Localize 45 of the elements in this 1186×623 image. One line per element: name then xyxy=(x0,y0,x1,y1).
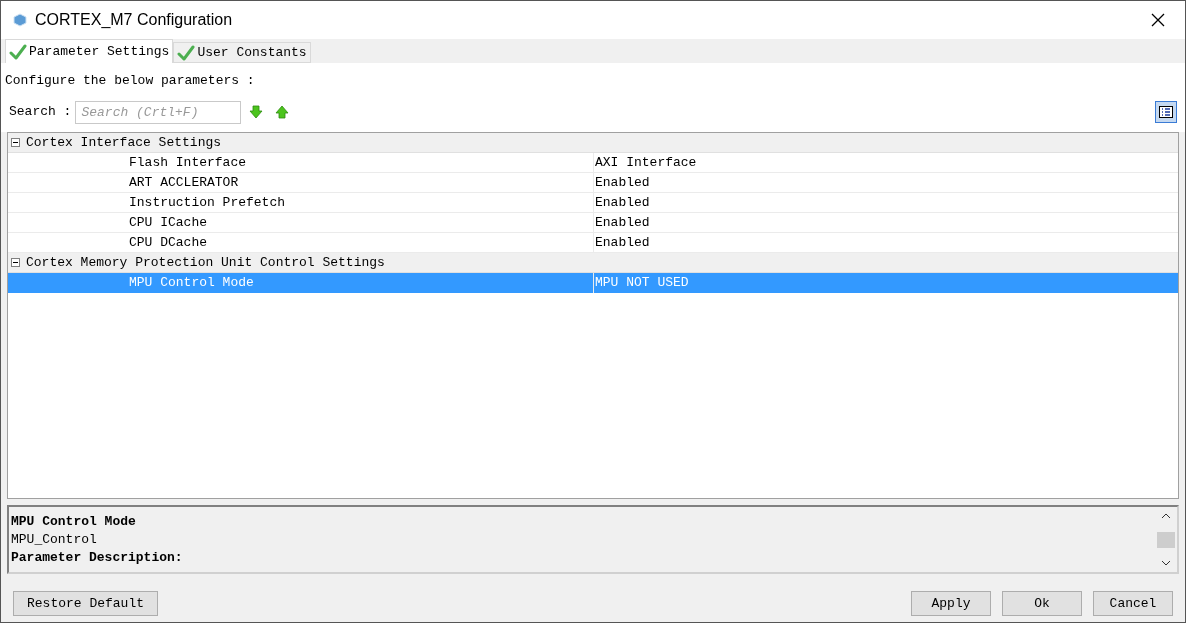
check-icon xyxy=(177,44,196,61)
description-heading: Parameter Description: xyxy=(11,549,184,567)
parameter-value: Enabled xyxy=(594,233,650,252)
parameter-name: Instruction Prefetch xyxy=(8,192,594,213)
scroll-up-icon[interactable] xyxy=(1161,513,1171,519)
group-title: Cortex Memory Protection Unit Control Settings xyxy=(26,253,385,272)
description-title: MPU Control Mode xyxy=(11,513,137,531)
collapse-icon[interactable] xyxy=(11,138,20,147)
dialog-button[interactable]: Cancel xyxy=(1093,591,1173,616)
parameter-name: Flash Interface xyxy=(8,152,594,173)
parameter-row[interactable]: Instruction Prefetch Enabled xyxy=(8,193,1178,213)
parameter-row[interactable]: Flash Interface AXI Interface xyxy=(8,153,1178,173)
parameter-name: ART ACCLERATOR xyxy=(8,172,594,193)
list-icon xyxy=(1159,106,1173,118)
collapse-icon[interactable] xyxy=(11,258,20,267)
parameter-row[interactable]: ART ACCLERATOR Enabled xyxy=(8,173,1178,193)
group-row[interactable]: Cortex Memory Protection Unit Control Settings xyxy=(8,253,1178,273)
search-field[interactable]: Search (Crtl+F) xyxy=(75,100,242,124)
parameter-row[interactable]: CPU ICache Enabled xyxy=(8,213,1178,233)
tab[interactable]: Parameter Settings xyxy=(5,39,174,63)
search-label: Search : xyxy=(8,103,72,122)
parameter-value: Enabled xyxy=(594,213,650,232)
dialog-button[interactable]: Apply xyxy=(911,591,991,616)
parameter-value: Enabled xyxy=(594,193,650,212)
tab[interactable]: User Constants xyxy=(173,42,311,63)
close-icon xyxy=(1151,13,1165,27)
parameter-name: CPU ICache xyxy=(8,212,594,233)
parameter-name: CPU DCache xyxy=(8,232,594,253)
parameter-value: MPU NOT USED xyxy=(594,274,689,293)
description-id: MPU_Control xyxy=(11,531,98,549)
list-view-button[interactable] xyxy=(1155,101,1177,123)
up-arrow-icon[interactable] xyxy=(275,105,290,119)
group-title: Cortex Interface Settings xyxy=(26,133,222,152)
restore-default-button[interactable]: Restore Default xyxy=(13,591,159,616)
scroll-thumb[interactable] xyxy=(1157,531,1175,548)
dialog-button[interactable]: Ok xyxy=(1002,591,1082,616)
scroll-down-icon[interactable] xyxy=(1161,560,1171,566)
parameter-value: Enabled xyxy=(594,173,650,192)
group-row[interactable]: Cortex Interface Settings xyxy=(8,133,1178,153)
instruction-text: Configure the below parameters : xyxy=(5,72,256,90)
down-arrow-icon[interactable] xyxy=(249,105,264,119)
parameter-value: AXI Interface xyxy=(594,153,697,172)
check-icon xyxy=(9,43,27,60)
parameter-name: MPU Control Mode xyxy=(8,273,594,293)
window-title: CORTEX_M7 Configuration xyxy=(35,10,233,30)
